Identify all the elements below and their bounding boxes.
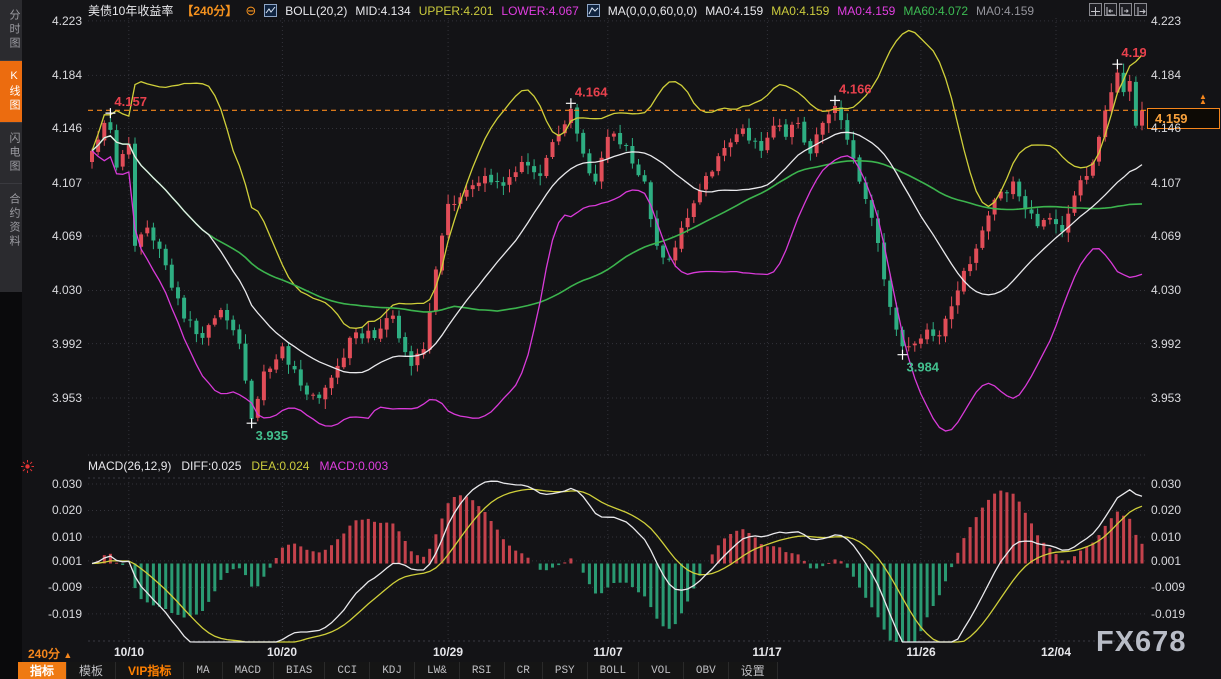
toolbar-item-10[interactable]: RSI	[460, 662, 505, 679]
macd-dea-value: DEA:0.024	[251, 459, 309, 473]
price-axis-label-right: 4.223	[1151, 14, 1211, 28]
sidebar-tab-3[interactable]: 闪电图	[0, 122, 22, 183]
legend-bar: 美债10年收益率 【240分】 ⊖ BOLL(20,2) MID:4.134 U…	[88, 3, 1034, 18]
price-axis-label-left: 4.223	[32, 14, 82, 28]
toolbar-item-16[interactable]: 设置	[729, 662, 778, 679]
boll-indicator-icon[interactable]	[264, 4, 277, 17]
toolbar-item-6[interactable]: BIAS	[274, 662, 325, 679]
price-axis-label-left: 3.992	[32, 337, 82, 351]
indicator-toolbar: 指标模板VIP指标MAMACDBIASCCIKDJLW&RSICRPSYBOLL…	[18, 662, 778, 679]
price-axis-label-right: 4.184	[1151, 68, 1211, 82]
macd-axis-label-right: -0.019	[1151, 607, 1211, 621]
toolbar-item-14[interactable]: VOL	[639, 662, 684, 679]
price-axis-label-right: 4.146	[1151, 121, 1211, 135]
macd-axis-label-right: 0.020	[1151, 503, 1211, 517]
x-axis-date-3: 10/29	[424, 645, 472, 659]
price-axis-label-right: 4.030	[1151, 283, 1211, 297]
svg-text:4.164: 4.164	[575, 84, 608, 99]
ma-value-5: MA0:4.159	[976, 4, 1034, 18]
svg-text:4.166: 4.166	[839, 82, 872, 97]
boll-lower-value: LOWER:4.067	[501, 4, 578, 18]
price-axis-label-right: 3.992	[1151, 337, 1211, 351]
macd-axis-label-right: -0.009	[1151, 580, 1211, 594]
x-axis-date-6: 11/26	[897, 645, 945, 659]
sidebar-tab-strip: 分时图K线图闪电图合约资料	[0, 0, 22, 292]
toolbar-item-1[interactable]: 指标	[18, 662, 67, 679]
price-axis-label-left: 3.953	[32, 391, 82, 405]
collapse-legend-icon[interactable]: ⊖	[245, 4, 256, 17]
main-candlestick-chart[interactable]: 4.157 3.935 4.164 4.166 3.984 4.192	[88, 18, 1146, 458]
sidebar-tab-2[interactable]: K线图	[0, 60, 22, 122]
price-up-arrows-icon: ▲▲	[1199, 94, 1207, 104]
macd-indicator-chart[interactable]	[88, 476, 1146, 644]
x-axis-date-5: 11/17	[743, 645, 791, 659]
macd-params-label: MACD(26,12,9)	[88, 459, 171, 473]
fx678-watermark: FX678	[1096, 626, 1186, 659]
macd-axis-label-right: 0.001	[1151, 554, 1211, 568]
go-to-latest-icon[interactable]	[1134, 3, 1147, 16]
price-axis-label-right: 4.069	[1151, 229, 1211, 243]
toolbar-item-11[interactable]: CR	[505, 662, 543, 679]
ma-value-1: MA0:4.159	[705, 4, 763, 18]
x-axis-date-7: 12/04	[1032, 645, 1080, 659]
toolbar-item-9[interactable]: LW&	[415, 662, 460, 679]
macd-axis-label-left: -0.019	[32, 607, 82, 621]
chart-tool-icons	[1089, 3, 1147, 16]
price-axis-label-left: 4.107	[32, 176, 82, 190]
price-axis-label-right: 3.953	[1151, 391, 1211, 405]
x-axis-date-2: 10/20	[258, 645, 306, 659]
period-badge[interactable]: 【240分】	[181, 2, 237, 19]
timeframe-selector[interactable]: 240分 ▲	[28, 645, 72, 662]
compress-xaxis-icon[interactable]	[1104, 3, 1117, 16]
toolbar-item-2[interactable]: 模板	[67, 662, 116, 679]
price-axis-label-right: 4.107	[1151, 176, 1211, 190]
svg-text:4.192: 4.192	[1121, 45, 1146, 60]
macd-axis-label-left: 0.020	[32, 503, 82, 517]
svg-text:3.935: 3.935	[256, 428, 289, 443]
chart-window: 分时图K线图闪电图合约资料 美债10年收益率 【240分】 ⊖ BOLL(20,…	[0, 0, 1221, 679]
crosshair-icon[interactable]	[1089, 3, 1102, 16]
toolbar-item-12[interactable]: PSY	[543, 662, 588, 679]
price-axis-label-left: 4.184	[32, 68, 82, 82]
ma-value-3: MA0:4.159	[837, 4, 895, 18]
indicator-alert-icon[interactable]	[20, 459, 35, 474]
boll-label: BOLL(20,2)	[285, 4, 347, 18]
left-sidebar: 分时图K线图闪电图合约资料	[0, 0, 22, 679]
ma-value-2: MA0:4.159	[771, 4, 829, 18]
boll-upper-value: UPPER:4.201	[419, 4, 494, 18]
macd-axis-label-left: 0.010	[32, 530, 82, 544]
x-axis-date-1: 10/10	[105, 645, 153, 659]
expand-xaxis-icon[interactable]	[1119, 3, 1132, 16]
svg-text:4.157: 4.157	[114, 94, 147, 109]
ma60-value: MA60:4.072	[903, 4, 968, 18]
macd-macd-value: MACD:0.003	[319, 459, 388, 473]
boll-mid-value: MID:4.134	[355, 4, 410, 18]
macd-axis-label-left: 0.001	[32, 554, 82, 568]
timeframe-up-arrow-icon: ▲	[63, 650, 72, 660]
toolbar-item-4[interactable]: MA	[184, 662, 222, 679]
toolbar-item-8[interactable]: KDJ	[370, 662, 415, 679]
macd-diff-value: DIFF:0.025	[181, 459, 241, 473]
price-axis-label-left: 4.030	[32, 283, 82, 297]
svg-text:3.984: 3.984	[907, 360, 940, 375]
macd-legend-bar: MACD(26,12,9) DIFF:0.025 DEA:0.024 MACD:…	[88, 459, 388, 473]
sidebar-tab-4[interactable]: 合约资料	[0, 183, 22, 258]
toolbar-item-13[interactable]: BOLL	[588, 662, 639, 679]
x-axis-date-4: 11/07	[584, 645, 632, 659]
macd-axis-label-left: -0.009	[32, 580, 82, 594]
ma-label: MA(0,0,0,60,0,0)	[608, 4, 697, 18]
symbol-title: 美债10年收益率	[88, 2, 173, 19]
sidebar-tab-1[interactable]: 分时图	[0, 0, 22, 60]
price-axis-label-left: 4.146	[32, 121, 82, 135]
toolbar-item-5[interactable]: MACD	[223, 662, 274, 679]
macd-axis-label-right: 0.030	[1151, 477, 1211, 491]
macd-axis-label-left: 0.030	[32, 477, 82, 491]
toolbar-item-7[interactable]: CCI	[325, 662, 370, 679]
toolbar-item-3[interactable]: VIP指标	[116, 662, 184, 679]
price-axis-label-left: 4.069	[32, 229, 82, 243]
toolbar-item-15[interactable]: OBV	[684, 662, 729, 679]
ma-indicator-icon[interactable]	[587, 4, 600, 17]
macd-axis-label-right: 0.010	[1151, 530, 1211, 544]
